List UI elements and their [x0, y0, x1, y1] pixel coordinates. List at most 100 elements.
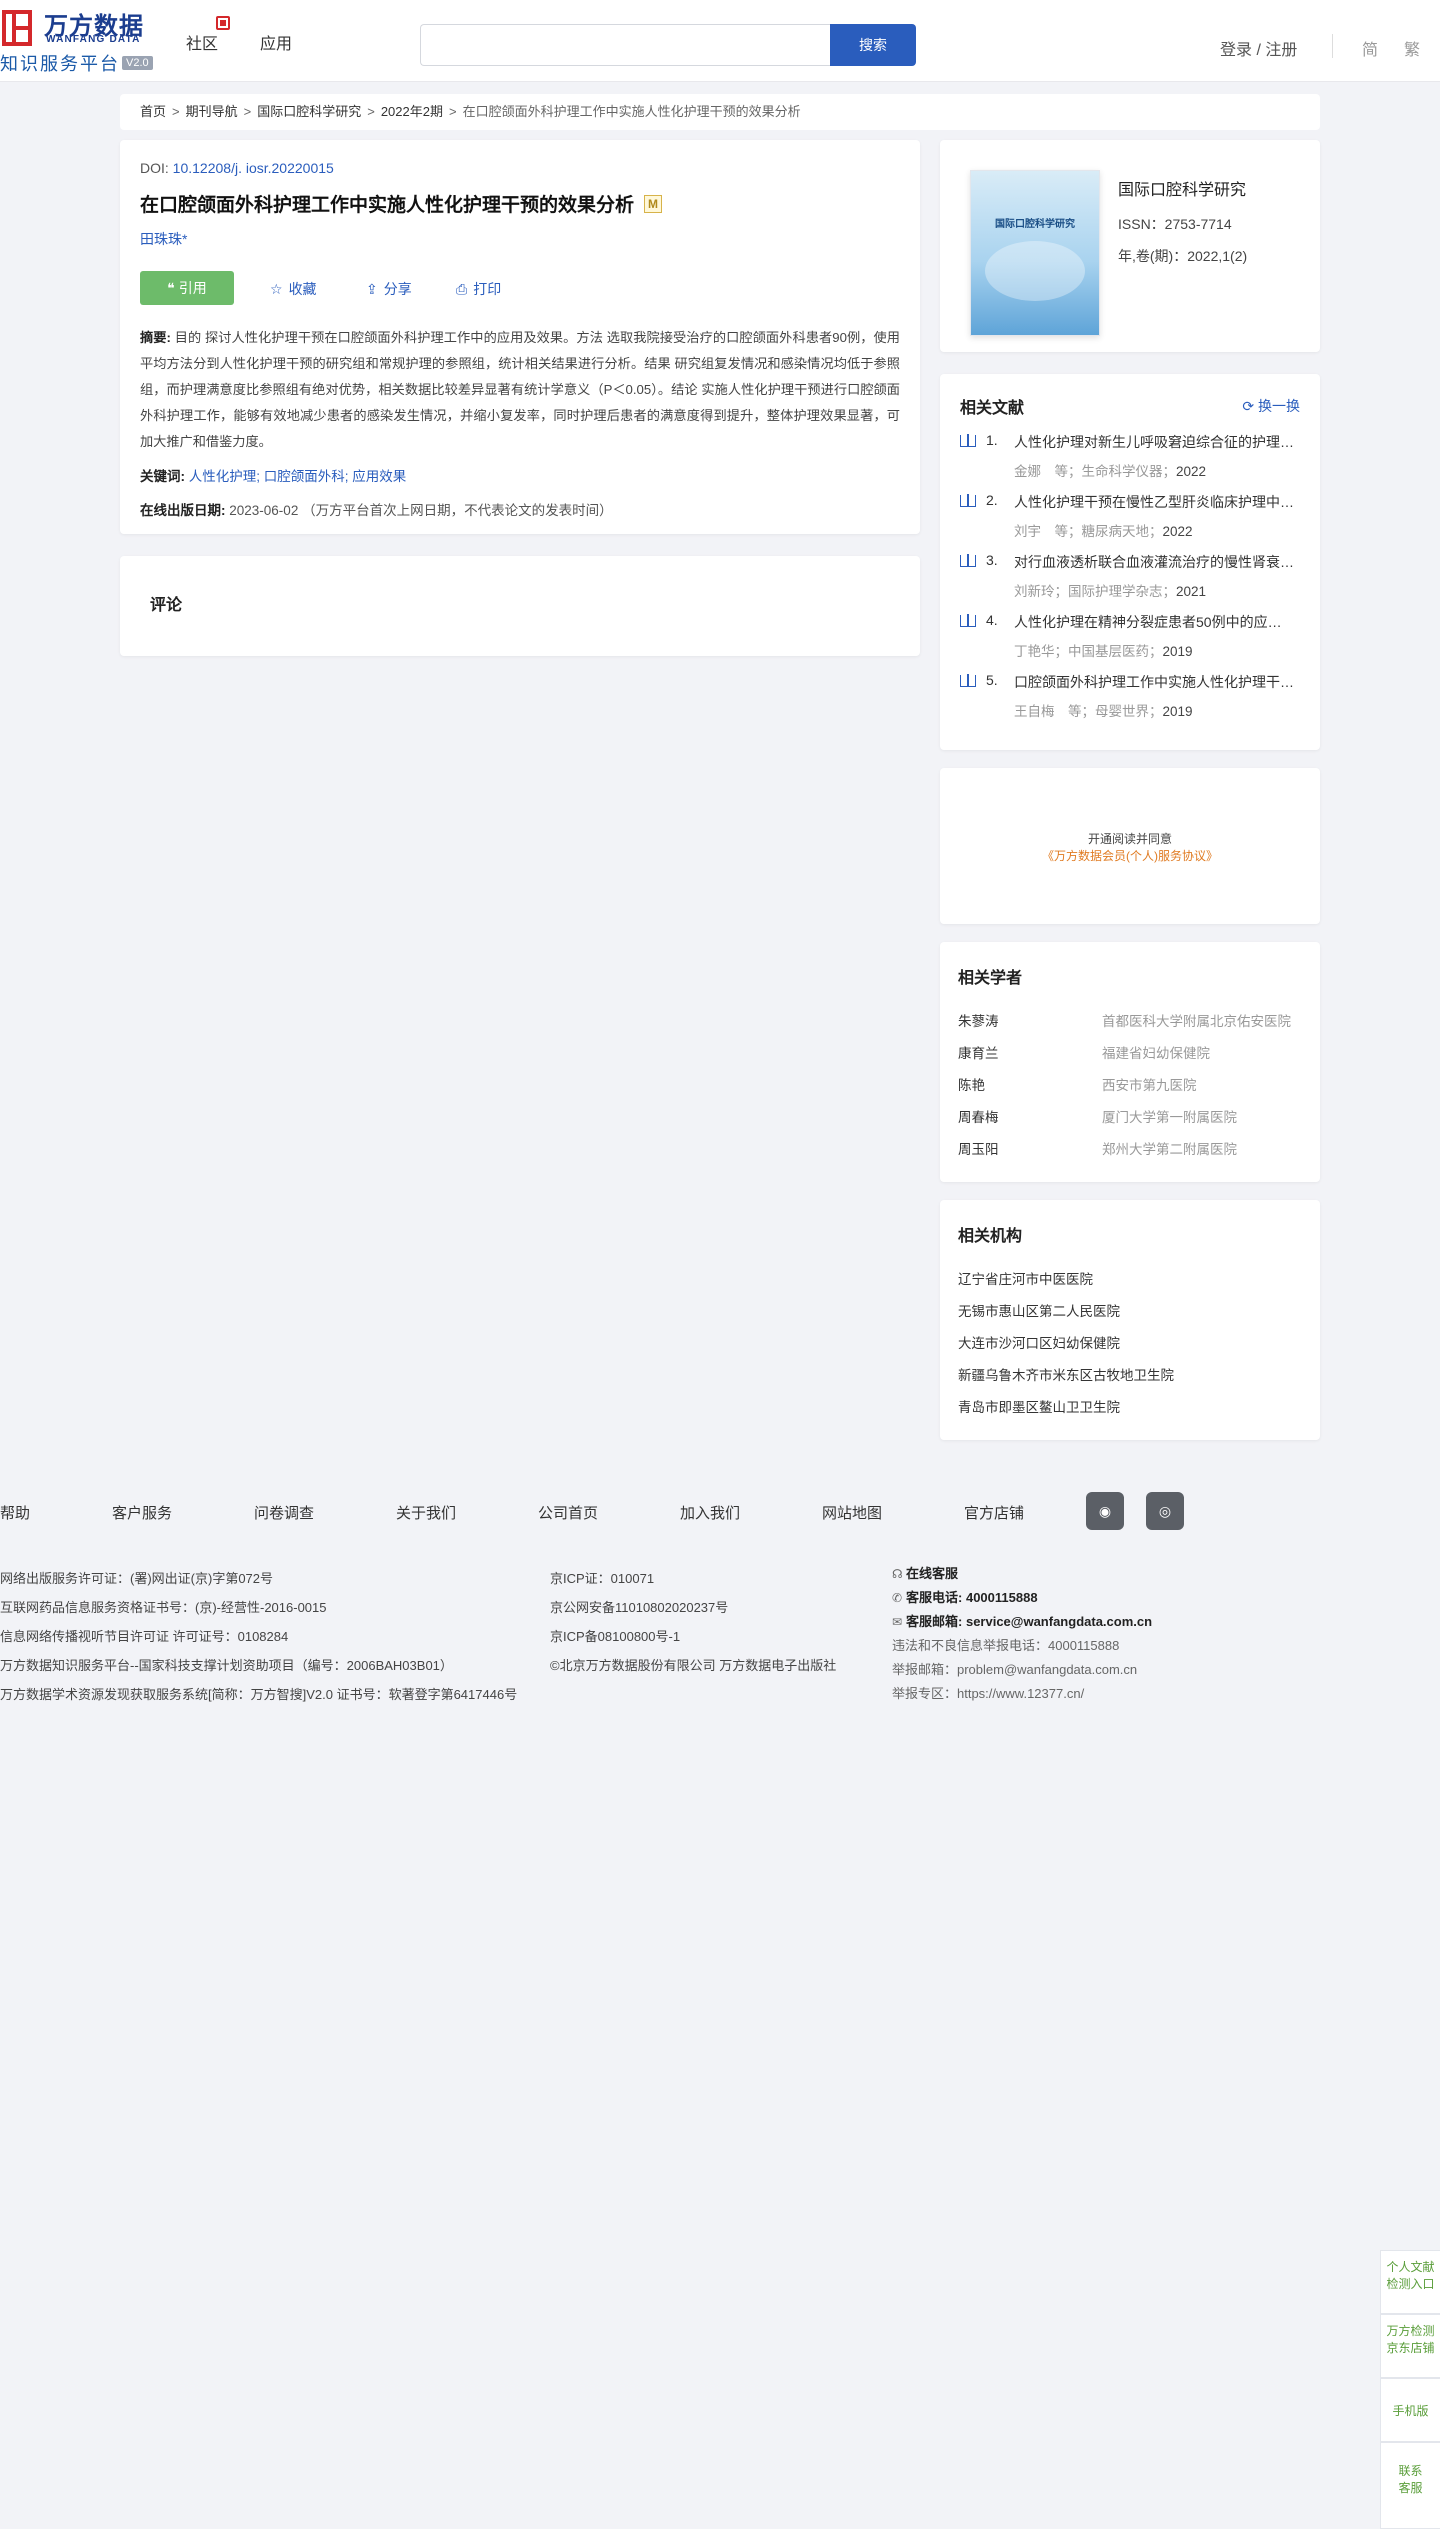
institution-link[interactable]: 新疆乌鲁木齐市米东区古牧地卫生院 — [958, 1364, 1302, 1396]
login-register-link[interactable]: 登录 / 注册 — [1220, 36, 1297, 60]
list-item[interactable]: 5. 口腔颌面外科护理工作中实施人性化护理干预的效果 王自梅 等；母婴世界；20… — [960, 672, 1300, 732]
agreement-link[interactable]: 《万方数据会员(个人)服务协议》 — [1042, 849, 1218, 863]
nav-community[interactable]: 社区 — [186, 30, 218, 54]
share-button[interactable]: ⇪ 分享 — [366, 279, 412, 299]
footer-sitemap[interactable]: 网站地图 — [822, 1502, 882, 1523]
online-service-link[interactable]: ☊ 在线客服 — [892, 1562, 1152, 1586]
report-zone-link[interactable]: 举报专区：https://www.12377.cn/ — [892, 1682, 1152, 1706]
search-button[interactable]: 搜索 — [830, 24, 916, 66]
icp-link[interactable]: 京ICP证：010071 — [550, 1564, 836, 1593]
institution-link[interactable]: 大连市沙河口区妇幼保健院 — [958, 1332, 1302, 1364]
report-phone: 违法和不良信息举报电话：4000115888 — [892, 1638, 1120, 1653]
breadcrumb-journal[interactable]: 国际口腔科学研究 — [257, 104, 361, 119]
doc-meta: 王自梅 等；母婴世界；2019 — [1014, 704, 1193, 719]
author-link[interactable]: 田珠珠* — [140, 229, 900, 249]
favorite-label: 收藏 — [288, 281, 317, 297]
journal-issn: ISSN：2753-7714 — [1118, 216, 1232, 232]
list-item[interactable]: 4. 人性化护理在精神分裂症患者50例中的应用效果分析 丁艳华；中国基层医药；2… — [960, 612, 1300, 672]
doi-link[interactable]: 10.12208/j. iosr.20220015 — [173, 160, 334, 176]
logo-subtitle: 知识服务平台 — [0, 54, 120, 74]
doc-title-link[interactable]: 人性化护理对新生儿呼吸窘迫综合征的护理效果分析 — [1014, 432, 1294, 452]
breadcrumb-issue[interactable]: 2022年2期 — [381, 104, 443, 119]
report-email: 举报邮箱：problem@wanfangdata.com.cn — [892, 1662, 1138, 1677]
lang-simplified[interactable]: 简 — [1362, 36, 1378, 60]
wechat-icon[interactable]: ◎ — [1146, 1492, 1184, 1530]
list-item[interactable]: 2. 人性化护理干预在慢性乙型肝炎临床护理中的应用效果 刘宇 等；糖尿病天地；2… — [960, 492, 1300, 552]
breadcrumb-separator: > — [172, 104, 180, 119]
doc-title-link[interactable]: 人性化护理在精神分裂症患者50例中的应用效果分析 — [1014, 612, 1294, 632]
institution-link[interactable]: 青岛市即墨区鳌山卫卫生院 — [958, 1396, 1302, 1428]
lang-traditional[interactable]: 繁 — [1404, 36, 1420, 60]
institution-link[interactable]: 无锡市惠山区第二人民医院 — [958, 1300, 1302, 1332]
list-item[interactable]: 3. 对行血液透析联合血液灌流治疗的慢性肾衰竭患者实施 刘新玲；国际护理学杂志；… — [960, 552, 1300, 612]
footer-contact: ☊ 在线客服 ✆ 客服电话: 4000115888 ✉ 客服邮箱: service@w… — [892, 1562, 1152, 1706]
license-text: 万方数据学术资源发现获取服务系统[简称：万方智搜]V2.0 证书号：软著登字第6… — [0, 1687, 518, 1702]
scholars-title: 相关学者 — [958, 970, 1023, 987]
footer-official-store[interactable]: 官方店铺 — [964, 1502, 1024, 1523]
side-jd-store[interactable]: 万方检测京东店铺 — [1380, 2314, 1440, 2378]
footer-help[interactable]: 帮助 — [0, 1502, 30, 1523]
favorite-button[interactable]: ☆ 收藏 — [270, 279, 317, 299]
footer-about[interactable]: 关于我们 — [396, 1502, 456, 1523]
scholar-name[interactable]: 康育兰 — [958, 1042, 999, 1062]
icp-link[interactable]: 京ICP备08100800号-1 — [550, 1622, 836, 1651]
star-icon: ☆ — [270, 281, 283, 297]
printer-icon: ⎙ — [456, 281, 468, 297]
refresh-label: 换一换 — [1258, 398, 1300, 414]
scholar-row[interactable]: 周春梅 厦门大学第一附属医院 — [958, 1106, 1302, 1138]
side-personal-check[interactable]: 个人文献检测入口 — [1380, 2250, 1440, 2314]
refresh-button[interactable]: ⟳ 换一换 — [1242, 396, 1300, 416]
doc-meta: 丁艳华；中国基层医药；2019 — [1014, 644, 1193, 659]
print-button[interactable]: ⎙ 打印 — [456, 279, 501, 299]
nav-apps[interactable]: 应用 — [260, 30, 292, 54]
scholar-row[interactable]: 康育兰 福建省妇幼保健院 — [958, 1042, 1302, 1074]
doc-meta: 刘宇 等；糖尿病天地；2022 — [1014, 524, 1193, 539]
keywords: 关键词: 人性化护理; 口腔颌面外科; 应用效果 — [140, 469, 407, 484]
footer-licenses: 网络出版服务许可证：(署)网出证(京)字第072号 互联网药品信息服务资格证书号… — [0, 1564, 517, 1709]
scholar-name[interactable]: 陈艳 — [958, 1074, 985, 1094]
doc-title-link[interactable]: 人性化护理干预在慢性乙型肝炎临床护理中的应用效果 — [1014, 492, 1294, 512]
scholar-row[interactable]: 陈艳 西安市第九医院 — [958, 1074, 1302, 1106]
media-badge-icon: M — [644, 194, 663, 213]
cite-button[interactable]: ❝ 引用 — [140, 271, 234, 305]
side-mobile[interactable]: 手机版 — [1380, 2378, 1440, 2442]
doc-title-link[interactable]: 对行血液透析联合血液灌流治疗的慢性肾衰竭患者实施 — [1014, 552, 1294, 572]
abstract: 摘要: 目的 探讨人性化护理干预在口腔颌面外科护理工作中的应用及效果。方法 选取… — [140, 325, 900, 455]
keyword-link[interactable]: 口腔颌面外科 — [264, 469, 345, 484]
scholar-name[interactable]: 朱蓼涛 — [958, 1010, 999, 1030]
footer-join[interactable]: 加入我们 — [680, 1502, 740, 1523]
icp-link[interactable]: 京公网安备11010802020237号 — [550, 1593, 836, 1622]
scholar-name[interactable]: 周玉阳 — [958, 1138, 999, 1158]
action-bar: ❝ 引用 ☆ 收藏 ⇪ 分享 ⎙ 打印 — [140, 271, 900, 305]
keyword-link[interactable]: 应用效果 — [352, 469, 406, 484]
scholar-row[interactable]: 周玉阳 郑州大学第二附属医院 — [958, 1138, 1302, 1170]
institution-link[interactable]: 辽宁省庄河市中医医院 — [958, 1268, 1302, 1300]
doc-title-link[interactable]: 口腔颌面外科护理工作中实施人性化护理干预的效果 — [1014, 672, 1294, 692]
breadcrumb-home[interactable]: 首页 — [140, 104, 166, 119]
breadcrumb-journal-nav[interactable]: 期刊导航 — [186, 104, 238, 119]
scholar-row[interactable]: 朱蓼涛 首都医科大学附属北京佑安医院 — [958, 1010, 1302, 1042]
license-text: 网络出版服务许可证：(署)网出证(京)字第072号 — [0, 1571, 274, 1586]
membership-agreement-card: 开通阅读并同意 《万方数据会员(个人)服务协议》 — [940, 768, 1320, 924]
search-input[interactable] — [420, 24, 830, 66]
logo-text-en: WANFANG DATA — [46, 34, 141, 45]
list-item[interactable]: 1. 人性化护理对新生儿呼吸窘迫综合征的护理效果分析 金娜 等；生命科学仪器；2… — [960, 432, 1300, 492]
scholars-list: 朱蓼涛 首都医科大学附属北京佑安医院 康育兰 福建省妇幼保健院 陈艳 西安市第九医院 … — [958, 1010, 1302, 1170]
footer-customer-service[interactable]: 客户服务 — [112, 1502, 172, 1523]
keyword-link[interactable]: 人性化护理 — [189, 469, 257, 484]
journal-name[interactable]: 国际口腔科学研究 — [1118, 176, 1246, 200]
footer-company-home[interactable]: 公司首页 — [538, 1502, 598, 1523]
weibo-icon[interactable]: ◉ — [1086, 1492, 1124, 1530]
top-header: 万方数据 WANFANG DATA 知识服务平台 V2.0 社区 应用 搜索 登… — [0, 0, 1440, 82]
scholar-name[interactable]: 周春梅 — [958, 1106, 999, 1126]
related-docs-card: 相关文献 ⟳ 换一换 1. 人性化护理对新生儿呼吸窘迫综合征的护理效果分析 金娜… — [940, 374, 1320, 750]
doc-meta: 刘新玲；国际护理学杂志；2021 — [1014, 584, 1207, 599]
footer-survey[interactable]: 问卷调查 — [254, 1502, 314, 1523]
wanfang-logo[interactable]: 万方数据 WANFANG DATA 知识服务平台 V2.0 — [0, 6, 160, 74]
quote-icon: ❝ — [167, 280, 179, 296]
book-icon — [960, 614, 976, 627]
side-contact[interactable]: 联系客服 — [1380, 2442, 1440, 2529]
service-email: ✉ 客服邮箱: service@wanfangdata.com.cn — [892, 1610, 1152, 1634]
share-icon: ⇪ — [366, 281, 378, 297]
journal-cover[interactable]: 国际口腔科学研究 — [970, 170, 1100, 336]
